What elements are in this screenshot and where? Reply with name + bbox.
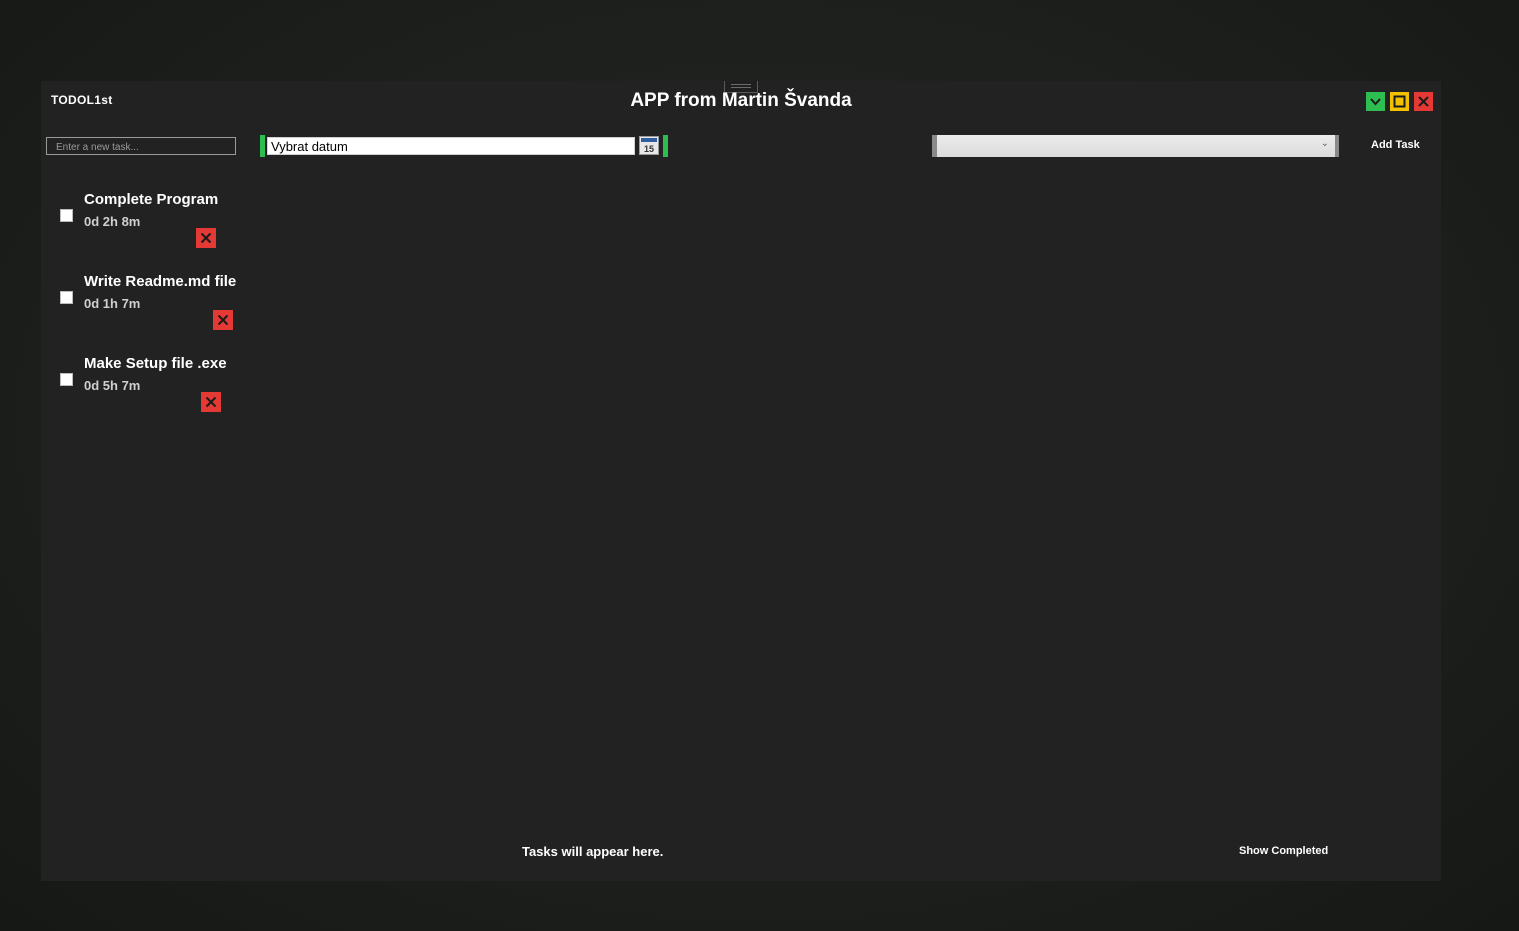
task-checkbox[interactable] — [60, 291, 73, 304]
date-field[interactable]: Vybrat datum — [267, 137, 635, 155]
chevron-down-icon: ⌄ — [1320, 138, 1329, 149]
delete-task-button[interactable] — [196, 228, 216, 248]
calendar-icon: 15 — [639, 136, 659, 155]
window-title: APP from Martin Švanda — [630, 90, 852, 111]
minimize-button[interactable] — [1366, 92, 1385, 111]
square-icon — [1393, 95, 1406, 108]
delete-task-button[interactable] — [201, 392, 221, 412]
delete-task-button[interactable] — [213, 310, 233, 330]
chevron-down-icon — [1370, 98, 1381, 106]
task-time-remaining: 0d 1h 7m — [84, 296, 141, 311]
task-title: Complete Program — [84, 191, 219, 208]
maximize-button[interactable] — [1390, 92, 1409, 111]
close-button[interactable] — [1414, 92, 1433, 111]
category-select[interactable]: ⌄ — [932, 135, 1339, 157]
add-task-button[interactable]: Add Task — [1371, 139, 1420, 151]
task-title: Make Setup file .exe — [84, 355, 227, 372]
empty-tasks-message: Tasks will appear here. — [522, 844, 664, 859]
app-window: TODOL1st APP from Martin Švanda Vybrat d… — [41, 81, 1441, 881]
close-icon — [205, 396, 217, 408]
calendar-button[interactable]: 15 — [639, 136, 659, 155]
show-completed-button[interactable]: Show Completed — [1239, 845, 1328, 857]
close-icon — [200, 232, 212, 244]
task-time-remaining: 0d 5h 7m — [84, 378, 141, 393]
task-time-remaining: 0d 2h 8m — [84, 214, 141, 229]
close-icon — [1418, 96, 1429, 107]
task-checkbox[interactable] — [60, 209, 73, 222]
close-icon — [217, 314, 229, 326]
task-title: Write Readme.md file — [84, 273, 237, 290]
task-checkbox[interactable] — [60, 373, 73, 386]
new-task-input[interactable] — [46, 137, 236, 155]
date-picker: Vybrat datum 15 — [260, 135, 668, 157]
svg-text:15: 15 — [644, 144, 654, 154]
